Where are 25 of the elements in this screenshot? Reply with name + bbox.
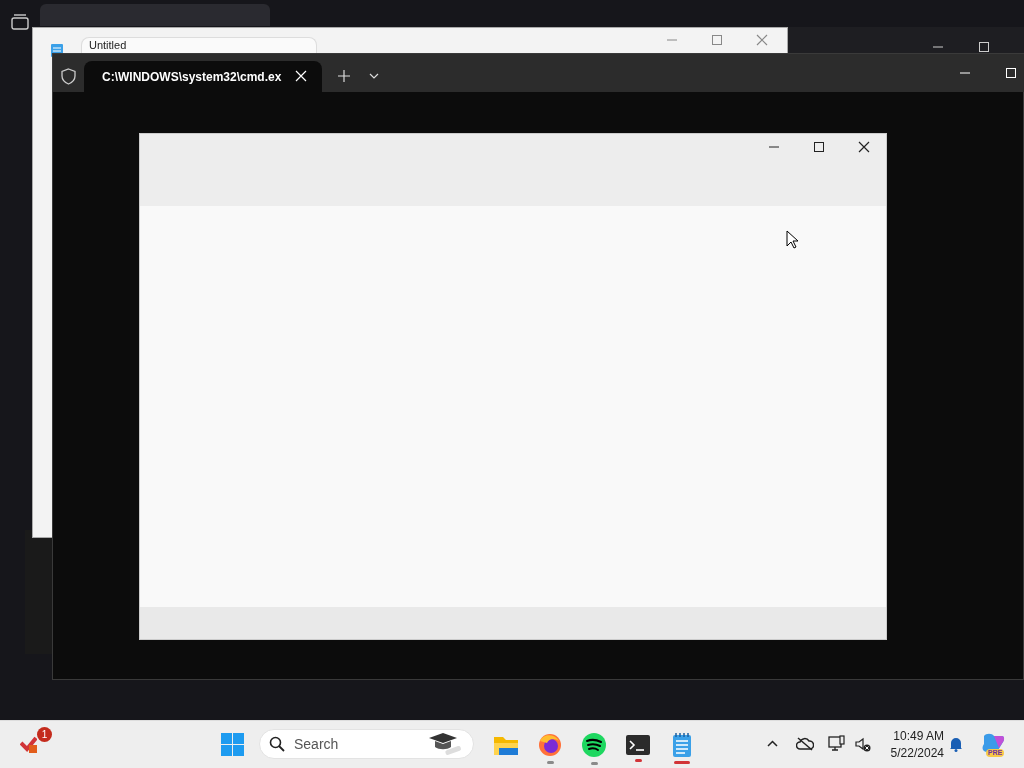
- shield-icon: [61, 68, 76, 85]
- chevron-down-icon[interactable]: [369, 73, 379, 79]
- clock-time[interactable]: 10:49 AM: [893, 728, 944, 745]
- plus-icon[interactable]: [338, 70, 350, 82]
- terminal-icon[interactable]: [626, 734, 650, 755]
- maximize-icon[interactable]: [813, 141, 825, 153]
- windows-icon[interactable]: [221, 733, 244, 756]
- close-icon[interactable]: [858, 141, 870, 153]
- cloud-off-icon[interactable]: [796, 737, 814, 751]
- firefox-icon[interactable]: [538, 732, 562, 757]
- graduation-cap-icon: [427, 732, 463, 756]
- search-icon: [269, 736, 285, 752]
- tab[interactable]: C:\WINDOWS\system32\cmd.ex: [84, 61, 322, 92]
- tab[interactable]: Untitled: [81, 37, 317, 53]
- cursor-icon: [786, 230, 799, 249]
- copilot-icon[interactable]: [981, 732, 1005, 754]
- search-field[interactable]: Search: [259, 729, 474, 759]
- spotify-icon[interactable]: [581, 731, 607, 758]
- network-icon[interactable]: [828, 735, 845, 752]
- checkmark-icon[interactable]: [20, 735, 37, 753]
- bell-icon[interactable]: [949, 736, 963, 752]
- tabs-icon[interactable]: [11, 14, 29, 30]
- speaker-muted-icon[interactable]: [855, 737, 871, 752]
- clock-date[interactable]: 5/22/2024: [890, 745, 944, 762]
- chevron-up-icon[interactable]: [767, 740, 778, 747]
